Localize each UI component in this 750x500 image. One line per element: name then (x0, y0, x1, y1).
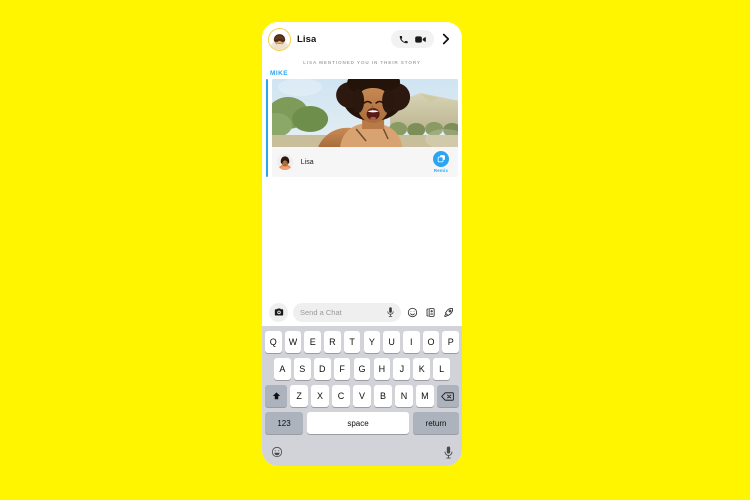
virtual-keyboard: Q W E R T Y U I O P A S D F G H J K L Z … (262, 326, 462, 438)
snap-card-footer: Lisa Remix (271, 147, 458, 177)
remix-label: Remix (433, 168, 449, 174)
chat-input-bar: Send a Chat (262, 298, 462, 326)
phone-mockup: Lisa LISA MENTIONED YOU IN THEIR STORY M… (262, 22, 462, 466)
key-e[interactable]: E (304, 331, 321, 353)
key-p[interactable]: P (442, 331, 459, 353)
key-k[interactable]: K (413, 358, 431, 380)
microphone-icon[interactable] (387, 307, 394, 317)
chat-input-field[interactable]: Send a Chat (293, 302, 401, 322)
open-profile-chevron-icon[interactable] (438, 29, 454, 49)
microphone-icon (444, 445, 453, 459)
keyboard-row-1: Q W E R T Y U I O P (265, 331, 459, 353)
avatar[interactable] (268, 27, 291, 51)
message-accent-bar (266, 79, 268, 177)
key-h[interactable]: H (373, 358, 391, 380)
key-s[interactable]: S (293, 358, 311, 380)
emoji-icon[interactable] (406, 307, 419, 318)
keyboard-row-2: A S D F G H J K L (265, 358, 459, 380)
chat-header: Lisa (262, 22, 462, 56)
space-key[interactable]: space (307, 412, 409, 434)
shift-arrow-icon (272, 391, 280, 399)
keyboard-row-3: Z X C V B N M (265, 385, 459, 407)
key-g[interactable]: G (353, 358, 371, 380)
key-l[interactable]: L (433, 358, 450, 380)
shift-key[interactable] (265, 385, 288, 407)
return-key[interactable]: return (413, 412, 459, 434)
key-q[interactable]: Q (265, 331, 282, 353)
key-u[interactable]: U (383, 331, 400, 353)
remix-icon (433, 150, 449, 167)
message-sender-header: MIKE (270, 70, 289, 77)
key-v[interactable]: V (353, 385, 371, 407)
lisa-bitmoji-icon (269, 28, 290, 50)
video-call-icon[interactable] (415, 35, 426, 44)
key-o[interactable]: O (422, 331, 440, 353)
numbers-key[interactable]: 123 (265, 412, 303, 434)
chat-input-placeholder: Send a Chat (300, 307, 342, 317)
key-y[interactable]: Y (363, 331, 381, 353)
sticker-icon[interactable] (424, 307, 437, 318)
key-m[interactable]: M (416, 385, 434, 407)
key-a[interactable]: A (274, 358, 291, 380)
remix-button[interactable]: Remix (428, 150, 454, 174)
key-w[interactable]: W (284, 331, 302, 353)
camera-icon (274, 308, 283, 316)
rocket-icon[interactable] (442, 307, 455, 318)
dictation-icon[interactable] (444, 445, 453, 459)
key-r[interactable]: R (324, 331, 341, 353)
snap-card-wrapper: Lisa Remix (266, 79, 462, 177)
key-j[interactable]: J (393, 358, 411, 380)
emoji-keyboard-icon[interactable] (271, 446, 283, 458)
snap-photo-image (271, 79, 458, 147)
snap-preview-card[interactable]: Lisa Remix (271, 79, 458, 177)
message-block: MIKE Lisa Remix (262, 70, 462, 177)
key-z[interactable]: Z (290, 385, 308, 407)
header-actions (391, 29, 454, 49)
key-t[interactable]: T (343, 331, 361, 353)
key-f[interactable]: F (333, 358, 351, 380)
backspace-key[interactable] (436, 385, 459, 407)
key-x[interactable]: X (311, 385, 329, 407)
backspace-icon (441, 391, 455, 401)
keyboard-row-4: 123 space return (265, 412, 459, 434)
key-c[interactable]: C (332, 385, 350, 407)
key-i[interactable]: I (403, 331, 420, 353)
call-actions-pill (391, 30, 434, 48)
voice-call-icon[interactable] (399, 35, 408, 44)
camera-button[interactable] (269, 302, 288, 322)
keyboard-accessory-bar (262, 438, 462, 466)
story-mention-notice: LISA MENTIONED YOU IN THEIR STORY (303, 60, 421, 65)
snap-sender-name: Lisa (300, 158, 314, 166)
lisa-mini-bitmoji-icon (276, 154, 293, 170)
contact-name: Lisa (297, 33, 317, 45)
key-n[interactable]: N (395, 385, 413, 407)
key-b[interactable]: B (374, 385, 392, 407)
conversation-area: LISA MENTIONED YOU IN THEIR STORY MIKE L… (262, 56, 462, 298)
snap-photo[interactable] (271, 79, 458, 147)
key-d[interactable]: D (313, 358, 331, 380)
snap-sender-avatar[interactable] (276, 154, 293, 170)
